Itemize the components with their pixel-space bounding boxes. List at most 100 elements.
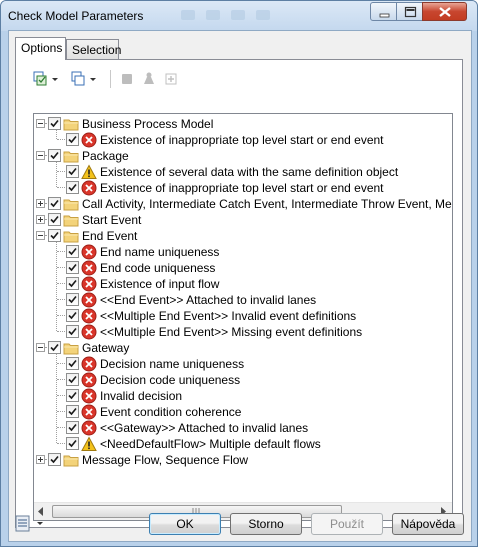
checkmark-icon	[68, 375, 77, 384]
tree-check-row[interactable]: Existence of input flow	[34, 276, 452, 292]
tree-category-row[interactable]: Call Activity, Intermediate Catch Event,…	[34, 196, 452, 212]
titlebar-background-icon	[231, 10, 245, 20]
collapse-toggle-icon[interactable]	[36, 343, 45, 352]
tree-item-label: Package	[82, 149, 129, 163]
checkbox[interactable]	[66, 133, 79, 146]
checkbox[interactable]	[48, 117, 61, 130]
apply-button[interactable]: Použít	[311, 513, 383, 535]
tree-check-row[interactable]: <<Multiple End Event>> Missing event def…	[34, 324, 452, 340]
checkbox[interactable]	[48, 453, 61, 466]
close-button[interactable]	[422, 2, 467, 21]
checkbox[interactable]	[48, 213, 61, 226]
checkbox[interactable]	[66, 277, 79, 290]
expand-toggle-icon[interactable]	[36, 215, 45, 224]
tree-check-row[interactable]: Invalid decision	[34, 388, 452, 404]
checkbox[interactable]	[66, 405, 79, 418]
check-model-parameters-window: Check Model Parameters Options Selection	[0, 0, 478, 547]
tree-check-row[interactable]: Decision name uniqueness	[34, 356, 452, 372]
ok-button[interactable]: OK	[149, 513, 221, 535]
dialog-client-area: Options Selection Business Process Model…	[8, 30, 472, 542]
tab-options[interactable]: Options	[15, 37, 66, 60]
tree-category-row[interactable]: Start Event	[34, 212, 452, 228]
share-button[interactable]	[140, 69, 158, 89]
checkmark-icon	[68, 295, 77, 304]
maximize-button[interactable]	[396, 2, 423, 21]
checkbox[interactable]	[66, 421, 79, 434]
folder-icon	[63, 340, 79, 356]
tree-check-row[interactable]: Existence of several data with the same …	[34, 164, 452, 180]
collapse-toggle-icon[interactable]	[36, 119, 45, 128]
help-button[interactable]: Nápověda	[392, 513, 464, 535]
checkbox[interactable]	[66, 373, 79, 386]
checkbox[interactable]	[48, 197, 61, 210]
cancel-button[interactable]: Storno	[230, 513, 302, 535]
add-button[interactable]	[162, 69, 180, 89]
tree-connector-line	[57, 299, 65, 300]
checkmark-icon	[50, 455, 59, 464]
checkbox[interactable]	[66, 245, 79, 258]
checkbox[interactable]	[66, 357, 79, 370]
tree-category-row[interactable]: End Event	[34, 228, 452, 244]
expand-toggle-icon[interactable]	[36, 199, 45, 208]
checkbox[interactable]	[66, 165, 79, 178]
tree-check-row[interactable]: Decision code uniqueness	[34, 372, 452, 388]
tree-check-row[interactable]: <NeedDefaultFlow> Multiple default flows	[34, 436, 452, 452]
folder-icon	[63, 212, 79, 228]
checkbox[interactable]	[66, 325, 79, 338]
tree-check-row[interactable]: End name uniqueness	[34, 244, 452, 260]
title-bar[interactable]: Check Model Parameters	[1, 1, 477, 31]
titlebar-background-icon	[206, 10, 220, 20]
tree-check-row[interactable]: Event condition coherence	[34, 404, 452, 420]
checkmark-icon	[68, 439, 77, 448]
tree-check-row[interactable]: End code uniqueness	[34, 260, 452, 276]
tab-selection[interactable]: Selection	[66, 39, 122, 59]
checkbox[interactable]	[66, 437, 79, 450]
tree-connector-line	[57, 171, 65, 172]
tree-item-label: Existence of inappropriate top level sta…	[100, 133, 384, 147]
checkmark-icon	[68, 327, 77, 336]
tree-check-row[interactable]: <<Multiple End Event>> Invalid event def…	[34, 308, 452, 324]
toolbar-separator	[110, 70, 111, 88]
checkmark-icon	[68, 135, 77, 144]
checkbox[interactable]	[48, 149, 61, 162]
tree-check-row[interactable]: <<End Event>> Attached to invalid lanes	[34, 292, 452, 308]
error-icon	[81, 244, 97, 260]
checkbox[interactable]	[66, 261, 79, 274]
error-icon	[81, 324, 97, 340]
checkbox[interactable]	[66, 293, 79, 306]
checkbox[interactable]	[66, 389, 79, 402]
tree-category-row[interactable]: Message Flow, Sequence Flow	[34, 452, 452, 468]
checkbox[interactable]	[66, 181, 79, 194]
layout-menu-button[interactable]	[15, 515, 47, 533]
checkmark-icon	[50, 151, 59, 160]
tree-item-label: End code uniqueness	[100, 261, 216, 275]
checkmark-icon	[68, 183, 77, 192]
warning-icon	[81, 436, 97, 452]
tree-item-label: End Event	[82, 229, 138, 243]
deselect-all-dropdown-button[interactable]	[68, 69, 100, 89]
minimize-button[interactable]	[370, 2, 397, 21]
expand-toggle-icon[interactable]	[36, 455, 45, 464]
tree-category-row[interactable]: Gateway	[34, 340, 452, 356]
tree-check-row[interactable]: <<Gateway>> Attached to invalid lanes	[34, 420, 452, 436]
checkbox[interactable]	[48, 341, 61, 354]
checkmark-icon	[50, 199, 59, 208]
close-icon	[439, 7, 451, 17]
select-all-icon	[33, 71, 58, 86]
tree-check-row[interactable]: Existence of inappropriate top level sta…	[34, 180, 452, 196]
checkbox[interactable]	[48, 229, 61, 242]
checkmark-icon	[68, 391, 77, 400]
checkmark-icon	[50, 119, 59, 128]
tree-check-row[interactable]: Existence of inappropriate top level sta…	[34, 132, 452, 148]
tree-category-row[interactable]: Business Process Model	[34, 116, 452, 132]
tab-selection-label: Selection	[72, 43, 122, 57]
tree-category-row[interactable]: Package	[34, 148, 452, 164]
properties-button[interactable]	[118, 69, 136, 89]
tree-item-label: <<Multiple End Event>> Missing event def…	[100, 325, 363, 339]
checkmark-icon	[68, 423, 77, 432]
check-parameters-tree[interactable]: Business Process Model Existence of inapp…	[33, 113, 453, 521]
collapse-toggle-icon[interactable]	[36, 151, 45, 160]
select-all-dropdown-button[interactable]	[30, 69, 62, 89]
collapse-toggle-icon[interactable]	[36, 231, 45, 240]
checkbox[interactable]	[66, 309, 79, 322]
